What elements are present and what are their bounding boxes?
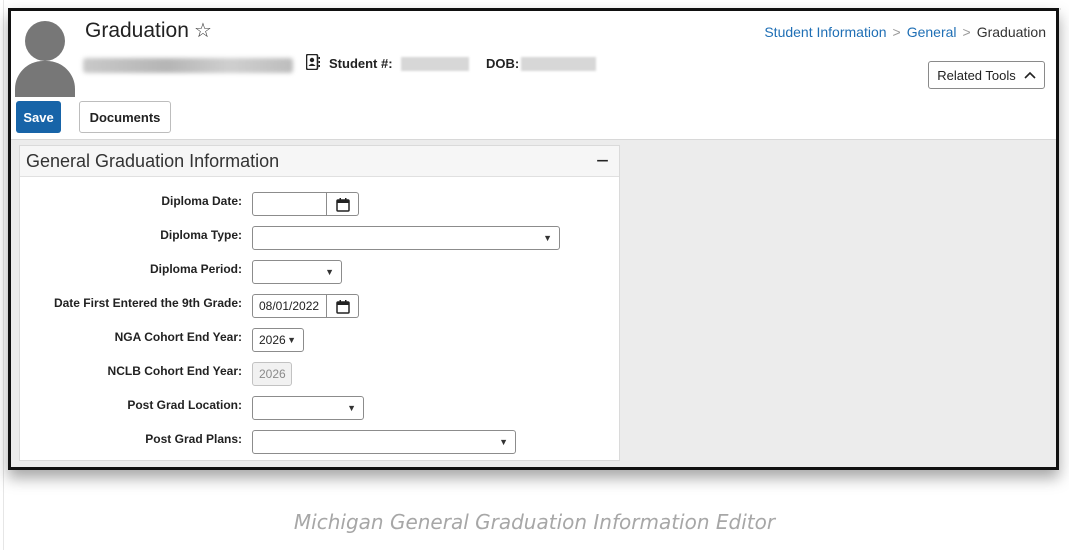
panel-header: General Graduation Information − <box>20 146 619 177</box>
calendar-icon <box>336 300 350 314</box>
post-grad-location-select[interactable]: ▼ <box>252 396 364 420</box>
caret-down-icon: ▼ <box>499 437 508 447</box>
diploma-date-calendar-button[interactable] <box>327 192 359 216</box>
collapse-icon[interactable]: − <box>596 148 609 174</box>
breadcrumb-student-information[interactable]: Student Information <box>764 24 886 40</box>
caret-down-icon: ▼ <box>347 403 356 413</box>
breadcrumb: Student Information > General > Graduation <box>764 24 1046 40</box>
caret-down-icon: ▼ <box>325 267 334 277</box>
documents-button[interactable]: Documents <box>79 101 171 133</box>
avatar <box>15 15 75 97</box>
diploma-period-select[interactable]: ▼ <box>252 260 342 284</box>
calendar-icon <box>336 198 350 212</box>
diploma-period-label: Diploma Period: <box>149 262 242 276</box>
diploma-type-select[interactable]: ▼ <box>252 226 560 250</box>
nclb-cohort-end-year-field: 2026 <box>252 362 292 386</box>
related-tools-label: Related Tools <box>937 67 1016 83</box>
save-button[interactable]: Save <box>16 101 61 133</box>
post-grad-location-label: Post Grad Location: <box>127 398 242 412</box>
ninth-grade-entry-date-input[interactable]: 08/01/2022 <box>252 294 327 318</box>
student-number-label: Student #: <box>329 56 393 71</box>
student-number-redacted <box>401 57 469 71</box>
diploma-date-label: Diploma Date: <box>161 194 242 208</box>
diploma-type-label: Diploma Type: <box>160 228 242 242</box>
diploma-date-input[interactable] <box>252 192 327 216</box>
app-window: Graduation ☆ Student #: DOB: Student Inf… <box>8 8 1059 470</box>
caret-down-icon: ▼ <box>287 335 296 345</box>
general-graduation-panel: General Graduation Information − Diploma… <box>19 145 620 461</box>
breadcrumb-current: Graduation <box>976 24 1046 40</box>
page-title: Graduation <box>85 19 189 42</box>
ninth-grade-entry-date-calendar-button[interactable] <box>327 294 359 318</box>
panel-title: General Graduation Information <box>26 151 280 171</box>
breadcrumb-separator-icon: > <box>962 24 971 40</box>
contact-card-icon[interactable] <box>306 54 320 70</box>
caret-down-icon: ▼ <box>543 233 552 243</box>
ninth-grade-entry-date-label: Date First Entered the 9th Grade: <box>53 296 242 310</box>
screenshot-frame: ⋯ Graduation ☆ Student #: DOB: <box>0 0 1069 550</box>
student-name-redacted <box>83 58 293 73</box>
student-header: Graduation ☆ Student #: DOB: Student Inf… <box>11 11 1056 101</box>
related-tools-button[interactable]: Related Tools <box>928 61 1045 89</box>
dob-redacted <box>521 57 596 71</box>
nclb-cohort-end-year-label: NCLB Cohort End Year: <box>107 364 242 378</box>
breadcrumb-separator-icon: > <box>892 24 901 40</box>
action-toolbar: Save Documents <box>11 97 1056 140</box>
star-icon[interactable]: ☆ <box>194 18 212 43</box>
post-grad-plans-select[interactable]: ▼ <box>252 430 516 454</box>
figure-caption: Michigan General Graduation Information … <box>293 510 776 534</box>
post-grad-plans-label: Post Grad Plans: <box>145 432 242 446</box>
dob-label: DOB: <box>486 56 520 71</box>
breadcrumb-general[interactable]: General <box>907 24 957 40</box>
content-area: General Graduation Information − Diploma… <box>11 140 1056 467</box>
nga-cohort-end-year-label: NGA Cohort End Year: <box>114 330 242 344</box>
nga-cohort-end-year-value: 2026 <box>259 333 286 347</box>
chevron-up-icon <box>1024 71 1036 79</box>
nga-cohort-end-year-select[interactable]: 2026 ▼ <box>252 328 304 352</box>
left-rule <box>3 0 4 550</box>
